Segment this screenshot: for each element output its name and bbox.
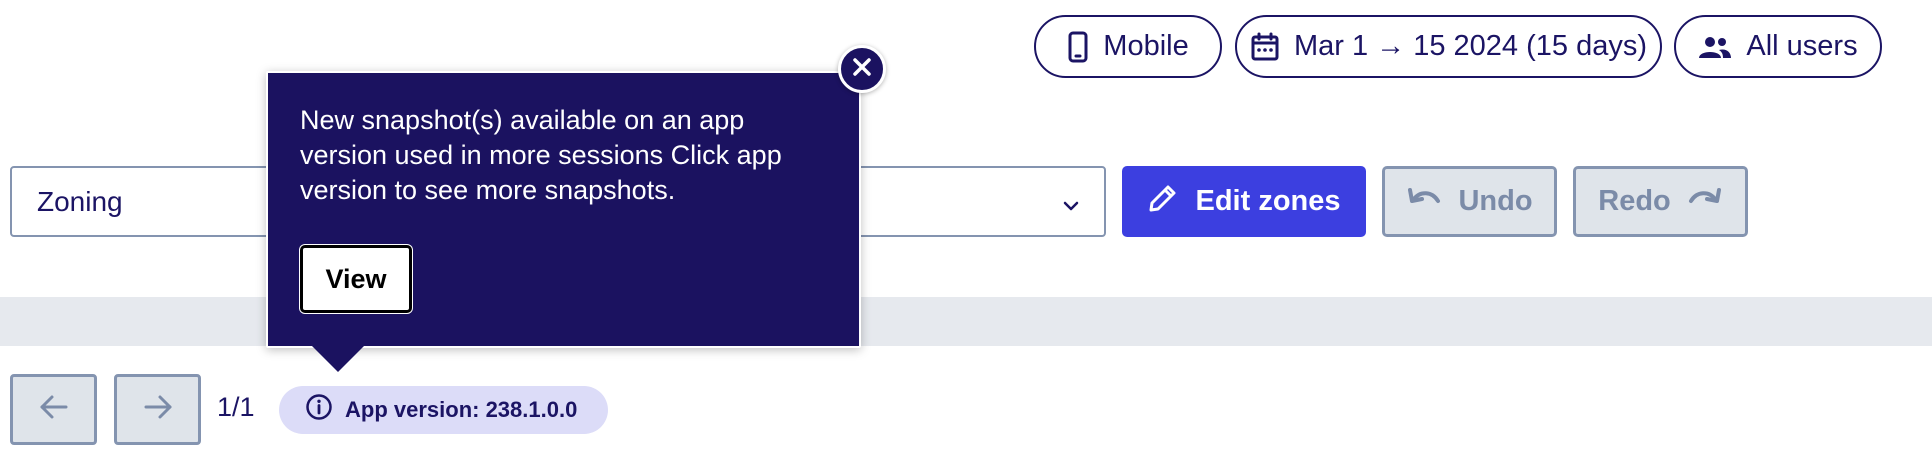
undo-icon — [1406, 185, 1442, 219]
tooltip-arrow — [312, 346, 364, 372]
edit-zones-button[interactable]: Edit zones — [1122, 166, 1366, 237]
arrow-right-icon — [142, 393, 174, 426]
next-snapshot-button[interactable] — [114, 374, 201, 445]
date-range-label: Mar 1 → 15 2024 (15 days) — [1293, 30, 1647, 62]
redo-icon — [1687, 185, 1723, 219]
audience-filter-button[interactable]: All users — [1674, 15, 1882, 78]
snapshot-tooltip: New snapshot(s) available on an app vers… — [266, 71, 861, 348]
redo-button[interactable]: Redo — [1573, 166, 1748, 237]
chevron-down-icon — [1060, 192, 1082, 224]
previous-snapshot-button[interactable] — [10, 374, 97, 445]
undo-button[interactable]: Undo — [1382, 166, 1557, 237]
close-tooltip-button[interactable] — [838, 45, 886, 93]
audience-filter-label: All users — [1746, 30, 1858, 62]
tooltip-message: New snapshot(s) available on an app vers… — [300, 105, 782, 205]
device-filter-button[interactable]: Mobile — [1034, 15, 1222, 78]
edit-zones-label: Edit zones — [1195, 185, 1341, 217]
undo-label: Undo — [1458, 185, 1533, 217]
calendar-icon — [1250, 32, 1280, 62]
page-counter: 1/1 — [217, 392, 255, 422]
redo-label: Redo — [1598, 185, 1671, 217]
mobile-phone-icon — [1067, 31, 1089, 63]
close-icon — [851, 56, 873, 83]
users-icon — [1698, 34, 1732, 60]
app-version-badge[interactable]: App version: 238.1.0.0 — [279, 386, 608, 434]
page: Mobile Mar 1 → 15 2024 (15 days) All use… — [0, 0, 1932, 472]
device-filter-label: Mobile — [1103, 30, 1189, 62]
view-mode-value: Zoning — [37, 185, 123, 217]
view-button[interactable]: View — [300, 245, 412, 313]
pencil-icon — [1147, 182, 1179, 222]
date-range-button[interactable]: Mar 1 → 15 2024 (15 days) — [1235, 15, 1662, 78]
info-icon — [305, 393, 333, 427]
app-version-label: App version: 238.1.0.0 — [345, 397, 578, 422]
arrow-left-icon — [38, 393, 70, 426]
